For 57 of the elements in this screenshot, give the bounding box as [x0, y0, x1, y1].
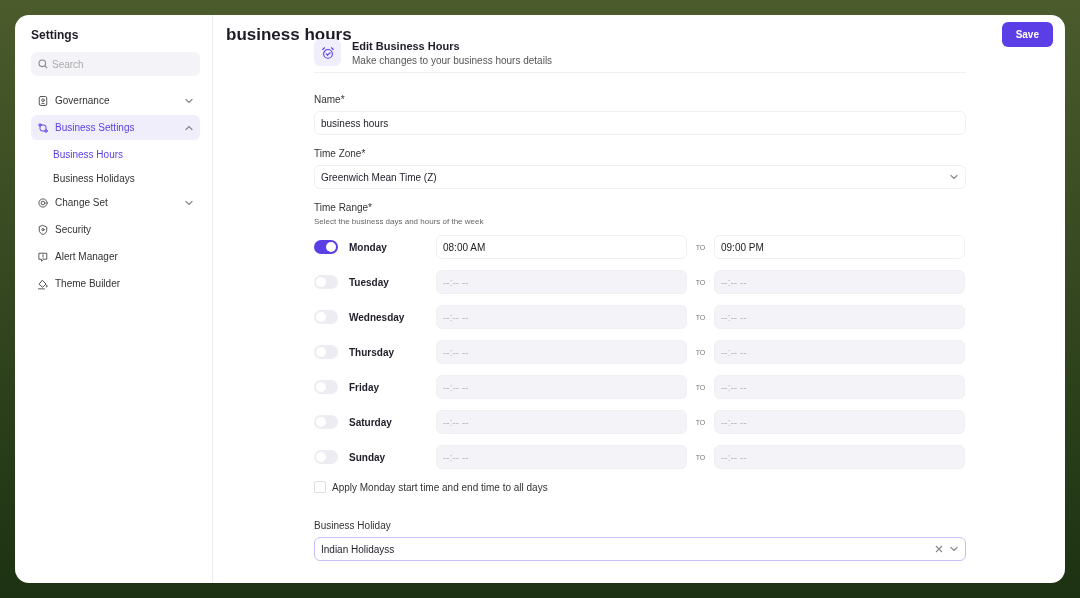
day-label: Saturday [349, 416, 393, 428]
start-time-field[interactable]: --:-- -- [436, 410, 687, 434]
alarm-clock-icon [314, 39, 341, 66]
sidebar-item[interactable]: Security [31, 217, 200, 242]
route-icon [37, 121, 49, 134]
end-time-field[interactable]: --:-- -- [714, 375, 965, 399]
day-label: Friday [349, 381, 380, 393]
field-label: Business Holiday [314, 520, 391, 531]
paint-bucket-icon [37, 277, 49, 290]
business-holiday-select[interactable]: Indian Holidayss [314, 537, 966, 561]
chevron-down-icon [949, 172, 959, 182]
chevron-down-icon [949, 544, 959, 554]
field-hint: Select the business days and hours of the week [314, 217, 485, 226]
end-time-field[interactable]: --:-- -- [714, 445, 965, 469]
day-label: Monday [349, 241, 388, 253]
end-time-field[interactable]: --:-- -- [714, 410, 965, 434]
end-time-field[interactable]: 09:00 PM [714, 235, 965, 259]
end-time-field[interactable]: --:-- -- [714, 270, 965, 294]
shield-icon [37, 223, 49, 236]
sidebar-subitem[interactable]: Business Holidays [53, 172, 135, 184]
day-label: Sunday [349, 451, 387, 463]
field-label: Time Zone* [314, 148, 366, 159]
target-icon [37, 196, 49, 209]
field-label: Time Range* [314, 202, 372, 213]
end-time-field[interactable]: --:-- -- [714, 340, 965, 364]
section-subheading: Make changes to your business hours details [352, 54, 553, 66]
start-time-field[interactable]: 08:00 AM [436, 235, 687, 259]
start-time-field[interactable]: --:-- -- [436, 305, 687, 329]
sidebar-title: Settings [31, 28, 79, 42]
day-label: Thursday [349, 346, 395, 358]
day-toggle[interactable] [314, 240, 338, 254]
search-icon [38, 59, 48, 69]
day-label: Tuesday [349, 276, 390, 288]
message-alert-icon [37, 250, 49, 263]
end-time-field[interactable]: --:-- -- [714, 305, 965, 329]
time-zone-select[interactable]: Greenwich Mean Time (Z) [314, 165, 966, 189]
sidebar-item[interactable]: Business Settings [31, 115, 200, 140]
clear-icon[interactable] [935, 545, 943, 553]
field-label: Name* [314, 94, 345, 105]
save-button[interactable]: Save [1001, 22, 1053, 47]
checkbox[interactable] [314, 481, 326, 493]
checkbox-label: Apply Monday start time and end time to all days [332, 481, 548, 493]
day-label: Wednesday [349, 311, 406, 323]
start-time-field[interactable]: --:-- -- [436, 340, 687, 364]
badge-icon [37, 94, 49, 107]
sidebar-item[interactable]: Change Set [31, 190, 200, 215]
sidebar-item[interactable]: Alert Manager [31, 244, 200, 269]
sidebar-item[interactable]: Theme Builder [31, 271, 200, 296]
section-heading: Edit Business Hours [352, 39, 461, 52]
page-title: business hours [226, 24, 352, 45]
sidebar-item[interactable]: Governance [31, 88, 200, 113]
name-field[interactable]: business hours [314, 111, 966, 135]
start-time-field[interactable]: --:-- -- [436, 270, 687, 294]
sidebar-subitem[interactable]: Business Hours [53, 148, 124, 160]
start-time-field[interactable]: --:-- -- [436, 445, 687, 469]
start-time-field[interactable]: --:-- -- [436, 375, 687, 399]
search-field[interactable]: Search [31, 52, 200, 76]
